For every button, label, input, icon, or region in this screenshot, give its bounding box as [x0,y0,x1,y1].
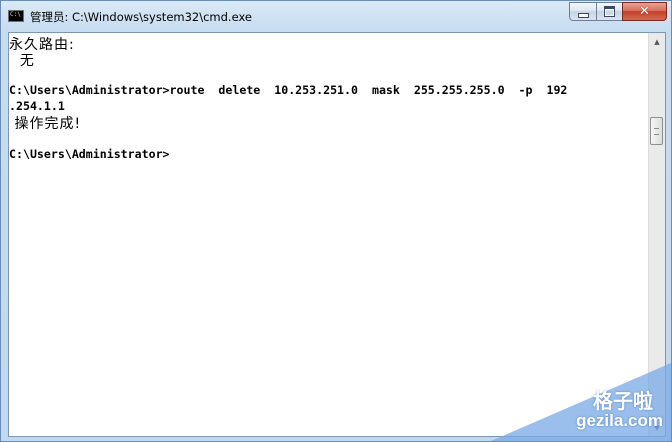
caption-buttons: ✕ [569,2,667,21]
scrollbar-thumb[interactable] [650,117,663,145]
maximize-icon [604,6,615,17]
console-line: 无 [9,53,35,69]
cmd-icon[interactable] [8,10,24,22]
vertical-scrollbar[interactable]: ▲ ▼ [648,33,665,436]
console-client-area: 永久路由: 无 C:\Users\Administrator>route del… [8,32,666,437]
console-line: 操作完成! [9,116,82,132]
close-icon: ✕ [639,4,650,19]
console-output[interactable]: 永久路由: 无 C:\Users\Administrator>route del… [9,33,648,436]
title-bar[interactable]: 管理员: C:\Windows\system32\cmd.exe ✕ [1,1,672,31]
console-line: C:\Users\Administrator>route delete 10.2… [9,83,568,97]
maximize-button[interactable] [596,2,622,21]
window-title: 管理员: C:\Windows\system32\cmd.exe [30,10,252,24]
scroll-up-icon[interactable]: ▲ [649,33,665,50]
console-prompt-line: C:\Users\Administrator> [9,147,170,161]
cmd-window: 管理员: C:\Windows\system32\cmd.exe ✕ 永久路由:… [0,0,672,442]
minimize-button[interactable] [569,2,596,21]
scroll-down-icon[interactable]: ▼ [649,419,665,436]
minimize-icon [577,12,589,18]
close-button[interactable]: ✕ [622,2,667,21]
console-line: .254.1.1 [9,99,65,113]
